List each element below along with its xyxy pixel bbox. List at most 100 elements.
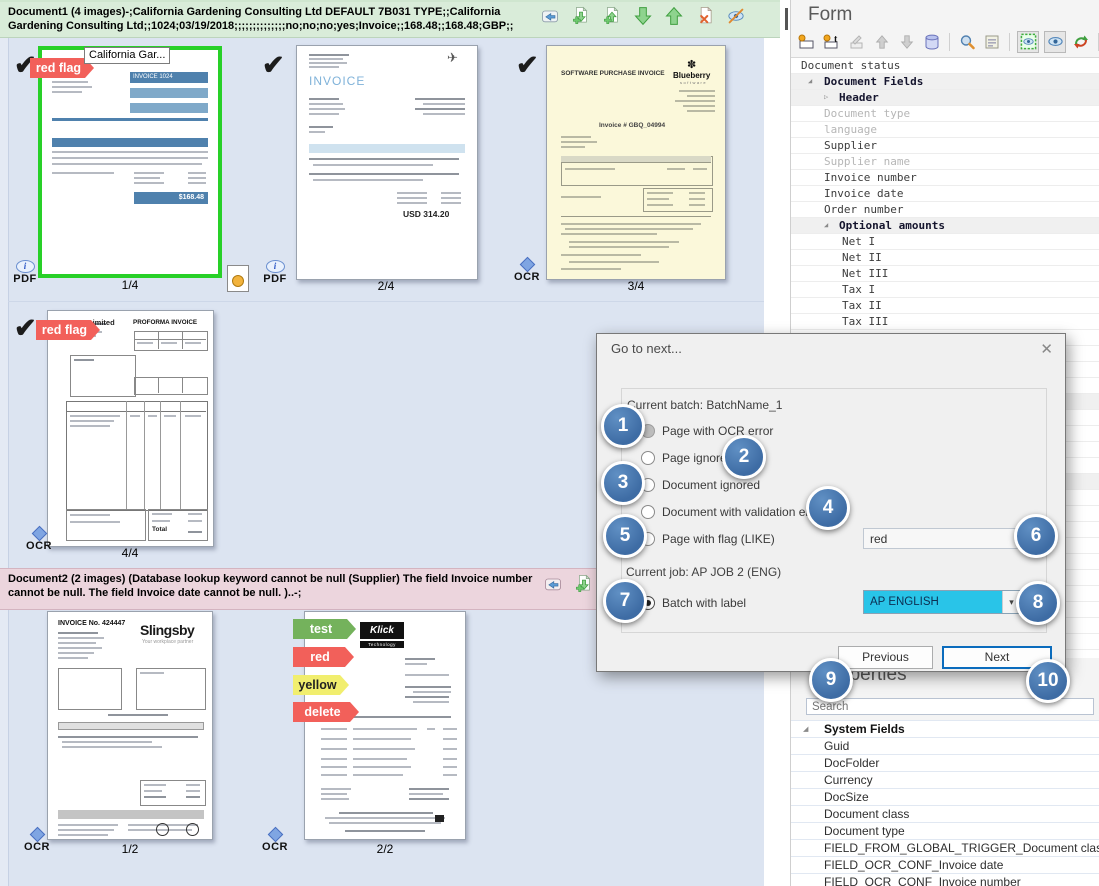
close-icon[interactable]: ✕ [1040, 340, 1053, 358]
property-row[interactable]: FIELD_OCR_CONF_Invoice number [791, 873, 1099, 886]
radio-option[interactable]: Document with validation errors [641, 503, 830, 521]
tree-row[interactable]: Document type [791, 106, 1099, 122]
thumbnail-page-2[interactable]: ✈ INVOICE USD 314.20 [296, 45, 478, 280]
mini-line [647, 192, 673, 194]
radio-button-icon[interactable] [641, 505, 655, 519]
property-row[interactable]: Document class [791, 805, 1099, 822]
stamp-icon[interactable] [543, 574, 563, 594]
script-icon[interactable] [227, 265, 249, 292]
document1-header-band: Document1 (4 images)-;California Gardeni… [0, 0, 780, 38]
move-page-down-icon[interactable] [633, 6, 653, 26]
tree-row[interactable]: Invoice date [791, 186, 1099, 202]
callout-badge: 10 [1026, 659, 1070, 703]
mini-stamp [186, 823, 199, 836]
tree-row[interactable]: ◢ Document Fields [791, 74, 1099, 90]
verified-check-icon[interactable]: ✔ [14, 313, 37, 344]
hide-page-icon[interactable] [726, 6, 746, 26]
refresh-icon[interactable] [1071, 32, 1091, 52]
thumbnail-page-5[interactable]: INVOICE No. 424447 Slingsby Your workpla… [47, 611, 213, 840]
mini-line [443, 774, 457, 776]
radio-option[interactable]: Page ignored [641, 449, 733, 467]
tree-row[interactable]: Tax II [791, 298, 1099, 314]
mini-line [561, 196, 601, 198]
property-row[interactable]: Document type [791, 822, 1099, 839]
property-row[interactable]: ◢ System Fields [791, 720, 1099, 737]
stamp-icon[interactable] [982, 32, 1002, 52]
tree-row[interactable]: Supplier [791, 138, 1099, 154]
tree-row[interactable]: Tax III [791, 314, 1099, 330]
mini-line [52, 172, 114, 174]
callout-badge: 2 [722, 435, 766, 479]
ocr-source-icon: OCR [256, 829, 294, 853]
mini-line [134, 172, 164, 174]
mini-line [565, 168, 615, 170]
pdf-source-icon: i PDF [256, 260, 294, 285]
add-page-below-icon[interactable] [571, 6, 591, 26]
thumbnail-page-3[interactable]: SOFTWARE PURCHASE INVOICE ✽ Blueberry so… [546, 45, 726, 280]
mini-box [136, 668, 206, 710]
tree-row[interactable]: Supplier name [791, 154, 1099, 170]
radio-option[interactable]: Page with flag (LIKE) [641, 530, 775, 548]
property-row[interactable]: FIELD_FROM_GLOBAL_TRIGGER_Document class [791, 839, 1099, 856]
property-row[interactable]: Currency [791, 771, 1099, 788]
mini-box [134, 377, 208, 395]
verified-check-icon[interactable]: ✔ [516, 50, 539, 81]
add-section-icon[interactable] [797, 32, 817, 52]
property-row[interactable]: FIELD_OCR_CONF_Invoice date [791, 856, 1099, 873]
callout-badge: 5 [603, 514, 647, 558]
application-window: Document1 (4 images)-;California Gardeni… [0, 0, 1099, 886]
mini-line [415, 108, 465, 110]
callout-badge: 9 [809, 658, 853, 702]
radio-button-icon[interactable] [641, 451, 655, 465]
tree-row[interactable]: Net I [791, 234, 1099, 250]
property-row[interactable]: DocSize [791, 788, 1099, 805]
mini-line [74, 359, 94, 361]
mini-line [52, 86, 92, 88]
mini-line [405, 696, 449, 698]
panel-splitter[interactable] [785, 8, 788, 30]
expander-icon[interactable]: ◢ [803, 725, 808, 733]
add-page-below-icon[interactable] [574, 574, 594, 594]
tree-row[interactable]: Net III [791, 266, 1099, 282]
batch-label-combobox[interactable]: AP ENGLISH ▾ [863, 590, 1021, 614]
tree-row[interactable]: ▷ Header [791, 90, 1099, 106]
database-icon[interactable] [922, 32, 942, 52]
verified-check-icon[interactable]: ✔ [262, 50, 285, 81]
mini-line [353, 774, 403, 776]
add-page-above-icon[interactable] [602, 6, 622, 26]
flag-filter-input[interactable] [863, 528, 1018, 549]
callout-badge: 3 [601, 461, 645, 505]
mini-invoice-title: INVOICE [309, 74, 365, 88]
mini-line [405, 663, 427, 665]
thumbnail-page-4[interactable]: Limited PROFORMA INVOICE Total [47, 310, 214, 547]
add-field-icon[interactable]: t [822, 32, 842, 52]
thumbnail-page-6[interactable]: Klick Technology [304, 611, 466, 840]
mini-line [689, 204, 705, 206]
expander-icon[interactable]: ◢ [808, 77, 812, 85]
show-field-icon[interactable] [1044, 31, 1066, 53]
tree-row[interactable]: Order number [791, 202, 1099, 218]
move-page-up-icon[interactable] [664, 6, 684, 26]
tree-row[interactable]: Invoice number [791, 170, 1099, 186]
mini-line [309, 103, 343, 105]
search-icon[interactable] [957, 32, 977, 52]
stamp-icon[interactable] [540, 6, 560, 26]
mini-line [353, 766, 411, 768]
property-row[interactable]: DocFolder [791, 754, 1099, 771]
batch-with-label-radio[interactable]: Batch with label [641, 594, 746, 612]
expander-icon[interactable]: ◢ [824, 221, 828, 229]
previous-button[interactable]: Previous [838, 646, 933, 669]
property-row[interactable]: Guid [791, 737, 1099, 754]
tree-row[interactable]: Tax I [791, 282, 1099, 298]
tree-row[interactable]: ◢ Optional amounts [791, 218, 1099, 234]
edit-field-icon [847, 32, 867, 52]
tree-row[interactable]: Net II [791, 250, 1099, 266]
expander-icon[interactable]: ▷ [824, 93, 828, 101]
delete-page-icon[interactable] [695, 6, 715, 26]
thumbnail-page-1[interactable]: INVOICE 1024 $168.48 [38, 46, 222, 278]
dialog-title: Go to next... [611, 341, 682, 356]
highlight-zones-icon[interactable] [1017, 31, 1039, 53]
tree-row[interactable]: language [791, 122, 1099, 138]
tree-row[interactable]: Document status [791, 58, 1099, 74]
mini-line [443, 766, 457, 768]
